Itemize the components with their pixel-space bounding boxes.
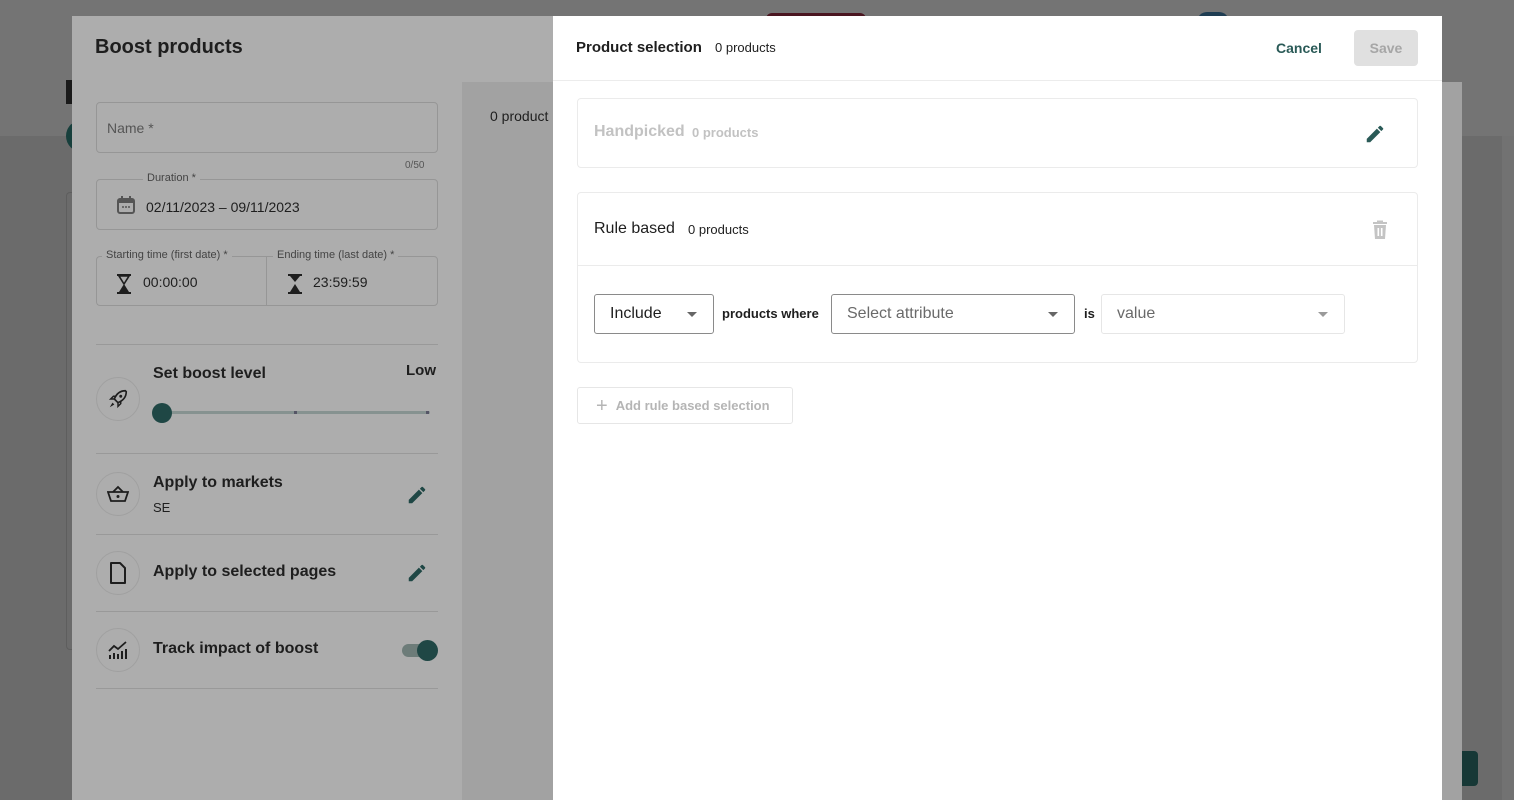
panel-title: Product selection bbox=[576, 39, 702, 56]
slider-tick bbox=[294, 411, 297, 414]
end-time-label: Ending time (last date) * bbox=[273, 249, 399, 261]
rule-based-count: 0 products bbox=[688, 222, 749, 237]
pages-title: Apply to selected pages bbox=[153, 563, 337, 580]
panel-product-count: 0 products bbox=[715, 40, 776, 55]
rule-operator-text: is bbox=[1084, 306, 1095, 321]
handpicked-title: Handpicked bbox=[594, 123, 685, 140]
chart-icon bbox=[108, 641, 127, 659]
start-time-field[interactable]: Starting time (first date) * 00:00:00 bbox=[96, 249, 267, 306]
end-time-field[interactable]: Ending time (last date) * 23:59:59 bbox=[266, 249, 438, 306]
duration-field[interactable]: Duration * 02/11/2023 – 09/11/2023 bbox=[96, 172, 438, 230]
save-button[interactable]: Save bbox=[1354, 30, 1418, 66]
pencil-icon[interactable] bbox=[406, 562, 428, 584]
handpicked-count: 0 products bbox=[692, 125, 759, 140]
cancel-button[interactable]: Cancel bbox=[1269, 30, 1329, 66]
rule-based-card: Rule based 0 products Include products w… bbox=[577, 192, 1418, 363]
value-select-placeholder: value bbox=[1117, 305, 1156, 322]
preview-product-count: 0 product bbox=[490, 108, 549, 124]
markets-value: SE bbox=[153, 500, 171, 515]
duration-field-label: Duration * bbox=[143, 172, 200, 184]
attribute-select[interactable]: Select attribute bbox=[831, 294, 1075, 334]
name-char-count: 0/50 bbox=[405, 160, 425, 171]
section-divider bbox=[96, 688, 438, 689]
name-field-label: Name * bbox=[107, 120, 154, 136]
boost-level-value: Low bbox=[406, 362, 436, 379]
include-select-value: Include bbox=[610, 305, 662, 322]
boost-level-icon-circle bbox=[96, 377, 140, 421]
header-divider bbox=[553, 80, 1442, 81]
section-divider bbox=[96, 344, 438, 345]
section-divider bbox=[96, 453, 438, 454]
rule-connector-text: products where bbox=[722, 306, 819, 321]
start-time-label: Starting time (first date) * bbox=[102, 249, 232, 261]
markets-title: Apply to markets bbox=[153, 474, 283, 491]
name-field[interactable]: Name * bbox=[96, 102, 438, 153]
plus-icon: + bbox=[596, 394, 608, 417]
attribute-select-placeholder: Select attribute bbox=[847, 305, 954, 322]
trash-icon[interactable] bbox=[1370, 220, 1390, 240]
pencil-icon[interactable] bbox=[406, 484, 428, 506]
caret-down-icon bbox=[1048, 312, 1058, 317]
add-rule-button[interactable]: + Add rule based selection bbox=[577, 387, 793, 424]
boost-level-title: Set boost level bbox=[153, 365, 266, 382]
value-select[interactable]: value bbox=[1101, 294, 1345, 334]
slider-tick bbox=[426, 411, 429, 414]
rule-header-divider bbox=[578, 265, 1417, 266]
pages-icon-circle bbox=[96, 551, 140, 595]
section-divider bbox=[96, 611, 438, 612]
modal-title: Boost products bbox=[95, 36, 243, 58]
document-icon bbox=[110, 562, 126, 584]
caret-down-icon bbox=[1318, 312, 1328, 317]
caret-down-icon bbox=[687, 312, 697, 317]
boost-level-slider-thumb[interactable] bbox=[152, 403, 172, 423]
track-impact-title: Track impact of boost bbox=[153, 640, 319, 657]
toggle-thumb bbox=[417, 640, 438, 661]
include-exclude-select[interactable]: Include bbox=[594, 294, 714, 334]
track-icon-circle bbox=[96, 628, 140, 672]
boost-level-slider-track[interactable] bbox=[162, 411, 430, 414]
rocket-icon bbox=[108, 389, 128, 409]
product-selection-panel: Product selection 0 products Cancel Save… bbox=[553, 16, 1442, 800]
add-rule-label: Add rule based selection bbox=[615, 398, 770, 413]
duration-value: 02/11/2023 – 09/11/2023 bbox=[146, 199, 300, 215]
hourglass-icon bbox=[288, 274, 302, 294]
start-time-value: 00:00:00 bbox=[143, 274, 198, 290]
track-impact-toggle[interactable] bbox=[402, 640, 438, 661]
handpicked-card: Handpicked 0 products bbox=[577, 98, 1418, 168]
calendar-icon bbox=[117, 196, 135, 214]
hourglass-icon bbox=[117, 274, 131, 294]
basket-icon bbox=[107, 485, 129, 502]
end-time-value: 23:59:59 bbox=[313, 274, 368, 290]
rule-based-title: Rule based bbox=[594, 220, 675, 237]
section-divider bbox=[96, 534, 438, 535]
markets-icon-circle bbox=[96, 472, 140, 516]
pencil-icon[interactable] bbox=[1364, 123, 1386, 145]
